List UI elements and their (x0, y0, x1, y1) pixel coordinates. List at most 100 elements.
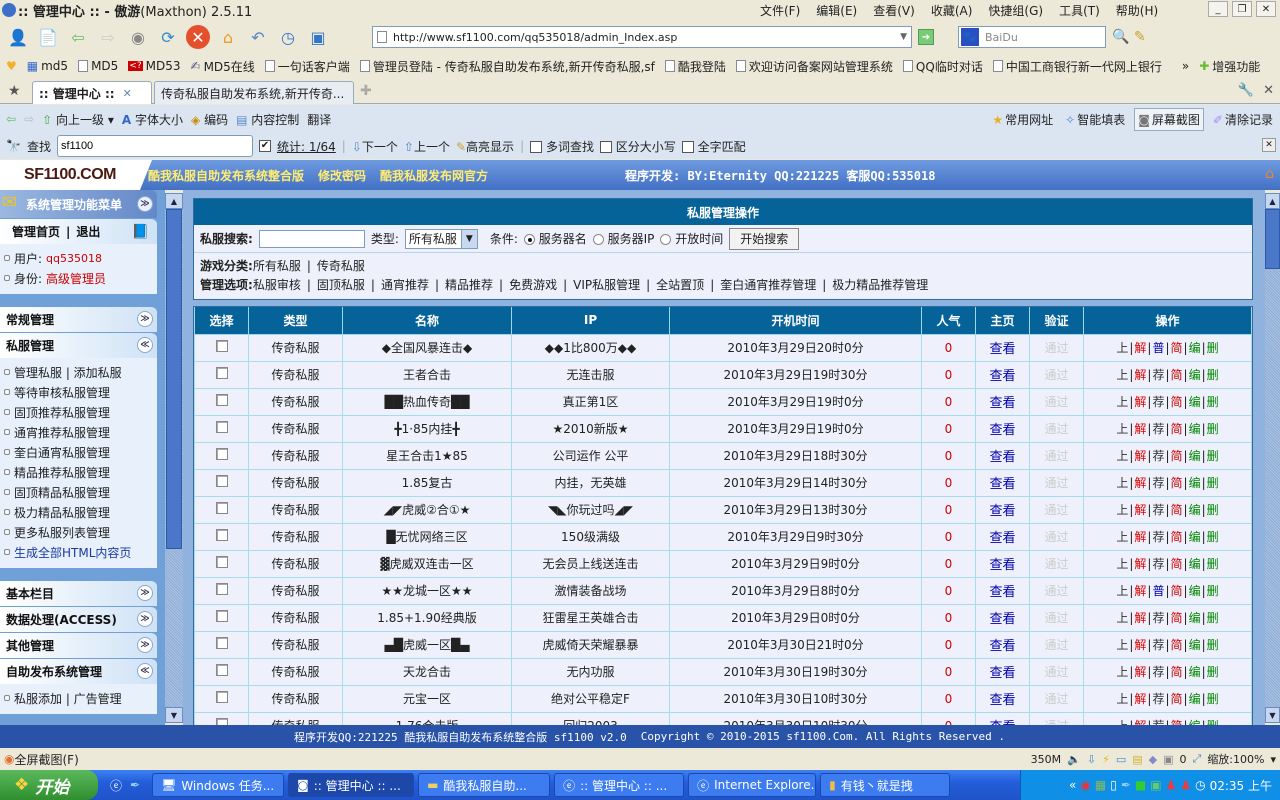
zoom-level[interactable]: 缩放:100% (1207, 751, 1264, 767)
cat-all[interactable]: 所有私服 (253, 259, 301, 273)
tab-admin-center[interactable]: :: 管理中心 :: ✕ (32, 81, 152, 104)
tray-monitor-icon[interactable]: ■ (1135, 778, 1146, 792)
verify-status[interactable]: 通过 (1044, 368, 1068, 382)
user-icon[interactable]: 👤 (6, 25, 30, 49)
op-unlock[interactable]: 解 (1134, 692, 1146, 706)
tray-clock[interactable]: 02:35 上午 (1210, 777, 1272, 794)
op-simple[interactable]: 简 (1171, 341, 1183, 355)
op-unlock[interactable]: 解 (1134, 449, 1146, 463)
up-level-button[interactable]: ⇧ 向上一级 ▾ (42, 111, 114, 128)
tray-qq-icon[interactable]: ♟ (1166, 778, 1177, 792)
op-up[interactable]: 上 (1116, 341, 1128, 355)
view-link[interactable]: 查看 (989, 342, 1015, 357)
cond-server-ip[interactable]: 服务器IP (592, 230, 654, 247)
encoding-button[interactable]: ◈ 编码 (191, 111, 228, 128)
fav-item[interactable]: QQ临时对话 (902, 58, 983, 75)
manage-option-link[interactable]: 通宵推荐 (381, 278, 429, 292)
op-up[interactable]: 上 (1116, 692, 1128, 706)
verify-status[interactable]: 通过 (1044, 638, 1068, 652)
sf-search-input[interactable] (258, 229, 365, 248)
op-unlock[interactable]: 解 (1134, 395, 1146, 409)
scroll-thumb[interactable] (166, 209, 182, 549)
content-control-button[interactable]: ▤ 内容控制 (236, 111, 299, 128)
stats-checkbox[interactable]: ✔ (258, 140, 271, 152)
row-checkbox[interactable] (215, 610, 228, 622)
fav-item[interactable]: 欢迎访问备案网站管理系统 (735, 58, 893, 75)
popup-icon[interactable]: ▭ (1116, 753, 1126, 766)
op-simple[interactable]: 简 (1171, 557, 1183, 571)
row-checkbox[interactable] (215, 475, 228, 487)
menu-edit[interactable]: 编辑(E) (816, 2, 857, 19)
op-recommend[interactable]: 荐 (1152, 449, 1164, 463)
fav-item[interactable]: ▦ md5 (27, 59, 68, 73)
font-size-button[interactable]: A 字体大小 (122, 111, 183, 128)
fav-item[interactable]: MD5 (78, 59, 118, 73)
type-select[interactable]: 所有私服 ▼ (404, 228, 478, 249)
favorites-heart-icon[interactable]: ♥ (6, 59, 17, 73)
op-unlock[interactable]: 解 (1134, 422, 1146, 436)
row-select[interactable] (194, 333, 249, 362)
fav-item[interactable]: 一句话客户端 (264, 58, 350, 75)
search-engine-box[interactable]: 🐾 BaiDu (958, 26, 1106, 48)
logout-link[interactable]: 退出 (76, 223, 100, 240)
op-recommend[interactable]: 荐 (1152, 611, 1164, 625)
go-icon[interactable]: ➔ (918, 29, 934, 45)
menu-file[interactable]: 文件(F) (760, 2, 800, 19)
op-up[interactable]: 上 (1116, 611, 1128, 625)
op-up[interactable]: 上 (1116, 449, 1128, 463)
op-edit[interactable]: 编 (1189, 665, 1201, 679)
header-link-system[interactable]: 酷我私服自助发布系统整合版 (148, 167, 304, 184)
fav-item[interactable]: ✍ MD5在线 (191, 58, 255, 75)
op-simple[interactable]: 简 (1171, 476, 1183, 490)
cond-server-name[interactable]: 服务器名 (523, 230, 587, 247)
view-link[interactable]: 查看 (989, 423, 1015, 438)
op-delete[interactable]: 删 (1207, 449, 1219, 463)
sidebar-item[interactable]: 极力精品私服管理 (4, 502, 157, 522)
highlight-icon[interactable]: ✎ (1134, 29, 1146, 45)
op-delete[interactable]: 删 (1207, 557, 1219, 571)
sidebar-item[interactable]: 奎白通宵私服管理 (4, 442, 157, 462)
op-up[interactable]: 上 (1116, 503, 1128, 517)
find-next-button[interactable]: ⇩下一个 (352, 138, 398, 155)
verify-status[interactable]: 通过 (1044, 395, 1068, 409)
op-up[interactable]: 上 (1116, 665, 1128, 679)
tray-feather-icon[interactable]: ✒ (1121, 778, 1131, 792)
match-case-option[interactable]: 区分大小写 (599, 138, 676, 155)
op-simple[interactable]: 简 (1171, 584, 1183, 598)
tray-player-icon[interactable]: ◉ (1080, 778, 1090, 792)
op-up[interactable]: 上 (1116, 395, 1128, 409)
find-input[interactable] (56, 135, 253, 157)
tray-usb-icon[interactable]: ▯ (1110, 778, 1117, 792)
tray-expand-icon[interactable]: « (1069, 778, 1076, 792)
op-simple[interactable]: 简 (1171, 692, 1183, 706)
op-simple[interactable]: 简 (1171, 422, 1183, 436)
menu-help[interactable]: 帮助(H) (1116, 2, 1158, 19)
common-urls-button[interactable]: ★ 常用网址 (989, 109, 1056, 130)
row-checkbox[interactable] (215, 421, 228, 433)
row-checkbox[interactable] (215, 448, 228, 460)
manage-option-link[interactable]: 固顶私服 (317, 278, 365, 292)
row-select[interactable] (194, 684, 249, 713)
close-window-button[interactable]: ✕ (1256, 1, 1276, 17)
blocked-icon[interactable]: ▣ (1163, 753, 1173, 766)
row-checkbox[interactable] (215, 367, 228, 379)
restore-button[interactable]: ❐ (1232, 1, 1252, 17)
translate-button[interactable]: 翻译 (307, 111, 331, 128)
task-item[interactable]: ▬ 酷我私服自助... (418, 773, 551, 797)
fav-item[interactable]: 中国工商银行新一代网上银行 (992, 58, 1162, 75)
view-link[interactable]: 查看 (989, 504, 1015, 519)
view-link[interactable]: 查看 (989, 693, 1015, 708)
row-select[interactable] (194, 630, 249, 659)
sidebar-item[interactable]: 通宵推荐私服管理 (4, 422, 157, 442)
op-delete[interactable]: 删 (1207, 638, 1219, 652)
task-item[interactable]: 🖥 Windows 任务... (152, 773, 285, 797)
row-checkbox[interactable] (215, 637, 228, 649)
home-icon[interactable]: ⌂ (216, 25, 240, 49)
op-recommend[interactable]: 荐 (1152, 557, 1164, 571)
op-recommend[interactable]: 荐 (1152, 503, 1164, 517)
scroll-up-icon[interactable]: ▲ (1265, 193, 1280, 209)
row-select[interactable] (194, 360, 249, 389)
sidebar-item[interactable]: 固顶精品私服管理 (4, 482, 157, 502)
scroll-down-icon[interactable]: ▼ (1265, 707, 1280, 723)
verify-status[interactable]: 通过 (1044, 611, 1068, 625)
